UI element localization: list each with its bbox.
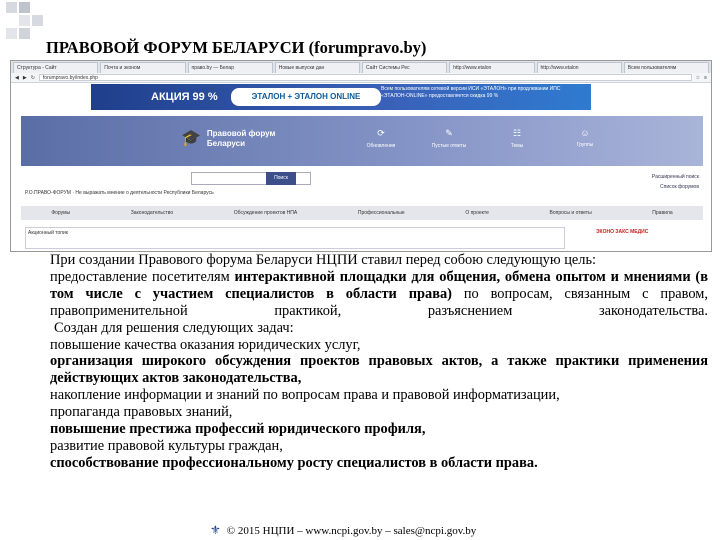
decorative-squares [6,2,46,42]
topics-icon: ☷ [512,128,522,138]
menu-item[interactable]: Обсуждение проектов НПА [234,210,297,216]
task-item: пропаганда правовых знаний, [50,404,233,421]
site-content: Акционный топик ЭКОНО ЗАКС МЕДИС [21,223,703,251]
browser-tab[interactable]: http://www.etalon [449,62,535,73]
goal-plain: предоставление посетителям [50,268,235,285]
browser-tab[interactable]: Почта и эконом [100,62,186,73]
nav-label: Пустые ответы [431,143,467,149]
nav-item-groups[interactable]: ☺ Группы [565,128,605,149]
address-bar: ◀ ▶ ↻ forumpravo.by/index.php ☆ ≡ [11,73,711,83]
task-item: повышение качества оказания юридических … [50,336,361,353]
decor-square [19,2,30,13]
url-field[interactable]: forumpravo.by/index.php [38,74,692,81]
menu-icon[interactable]: ≡ [704,75,707,81]
footer: ⚜ © 2015 НЦПИ – www.ncpi.gov.by – sales@… [210,523,476,538]
edit-icon: ✎ [445,128,453,138]
graduation-cap-icon: 🎓 [181,130,201,147]
browser-screenshot: Структура - Сайт Почта и эконом право.by… [10,60,712,252]
logo-line-1: Правовой форум [206,129,276,138]
banner-action-text: АКЦИЯ 99 % [151,91,218,103]
site-logo[interactable]: 🎓 Правовой форум Беларуси [181,129,275,149]
forum-list-link[interactable]: Список форумов [652,182,699,192]
browser-tab[interactable]: Новые выпуски дан [274,62,360,73]
nav-label: Обновления [366,143,396,149]
footer-text: © 2015 НЦПИ – www.ncpi.gov.by – sales@nc… [226,524,477,537]
nav-item-unanswered[interactable]: ✎ Пустые ответы [429,128,469,149]
menu-item[interactable]: Профессиональные [358,210,405,216]
main-menu: Форумы Законодательство Обсуждение проек… [21,206,703,220]
side-ad[interactable]: ЭКОНО ЗАКС МЕДИС [596,229,696,243]
forum-site: 🎓 Правовой форум Беларуси ⟳ Обновления ✎ П… [21,116,703,250]
ncpi-logo-icon: ⚜ [210,523,221,537]
browser-tab[interactable]: Сайт Системы Рес [362,62,448,73]
search-button[interactable]: Поиск [266,172,296,185]
decor-square [32,15,43,26]
menu-item[interactable]: Законодательство [131,210,173,216]
advanced-search-link[interactable]: Расширенный поиск [652,172,699,182]
back-icon[interactable]: ◀ [15,75,19,81]
menu-item[interactable]: О проекте [465,210,489,216]
site-header: 🎓 Правовой форум Беларуси ⟳ Обновления ✎ П… [21,116,703,166]
reload-icon[interactable]: ↻ [31,75,35,81]
nav-label: Темы [510,143,524,149]
nav-item-updates[interactable]: ⟳ Обновления [361,128,401,149]
decor-square [6,28,17,39]
refresh-icon: ⟳ [377,128,385,138]
menu-item[interactable]: Вопросы и ответы [550,210,592,216]
nav-item-topics[interactable]: ☷ Темы [497,128,537,149]
intro-paragraph: При создании Правового форума Беларуси Н… [50,252,597,268]
slide-title: ПРАВОВОЙ ФОРУМ БЕЛАРУСИ (forumpravo.by) [46,38,427,57]
breadcrumb: Р.О.ПРАВО-ФОРУМ · Не выражать мнение о д… [25,190,214,196]
decor-square [19,15,30,26]
decor-square [19,28,30,39]
task-item: развитие правовой культуры граждан, [50,437,283,454]
browser-tab[interactable]: право.by — Белар [187,62,273,73]
goal-paragraph: предоставление посетителям интерактивной… [14,269,708,320]
browser-tab-bar: Структура - Сайт Почта и эконом право.by… [11,61,711,73]
promo-banner[interactable]: АКЦИЯ 99 % ЭТАЛОН + ЭТАЛОН ONLINE Всем п… [91,84,591,110]
browser-tab[interactable]: Структура - Сайт [13,62,99,73]
decor-square [6,2,17,13]
browser-tab[interactable]: Всем пользователям [623,62,709,73]
menu-item[interactable]: Форумы [51,210,70,216]
right-links: Расширенный поиск Список форумов [652,172,699,192]
browser-tab[interactable]: http://www.etalon [536,62,622,73]
site-logo-text: Правовой форум Беларуси [207,129,275,149]
announcement-box[interactable]: Акционный топик [25,227,565,249]
tasks-intro: Создан для решения следующих задач: [54,319,294,336]
logo-line-2: Беларуси [206,139,246,148]
slide-body: При создании Правового форума Беларуси Н… [14,252,708,472]
task-item: повышение престижа профессий юридическог… [50,421,426,438]
banner-logo: ЭТАЛОН + ЭТАЛОН ONLINE [231,88,381,106]
banner-text: Всем пользователям сетевой версии ИСИ «Э… [381,86,561,99]
menu-item[interactable]: Правила [652,210,672,216]
group-icon: ☺ [580,128,590,138]
task-item: организация широкого обсуждения проектов… [50,353,708,387]
task-item: накопление информации и знаний по вопрос… [50,387,560,404]
site-nav: ⟳ Обновления ✎ Пустые ответы ☷ Темы ☺ Группы [361,128,605,149]
forward-icon[interactable]: ▶ [23,75,27,81]
task-item: способствование профессиональному росту … [50,454,538,471]
nav-label: Группы [576,142,594,148]
star-icon[interactable]: ☆ [696,75,700,81]
site-toolbar: Поиск Р.О.ПРАВО-ФОРУМ · Не выражать мнен… [21,166,703,222]
